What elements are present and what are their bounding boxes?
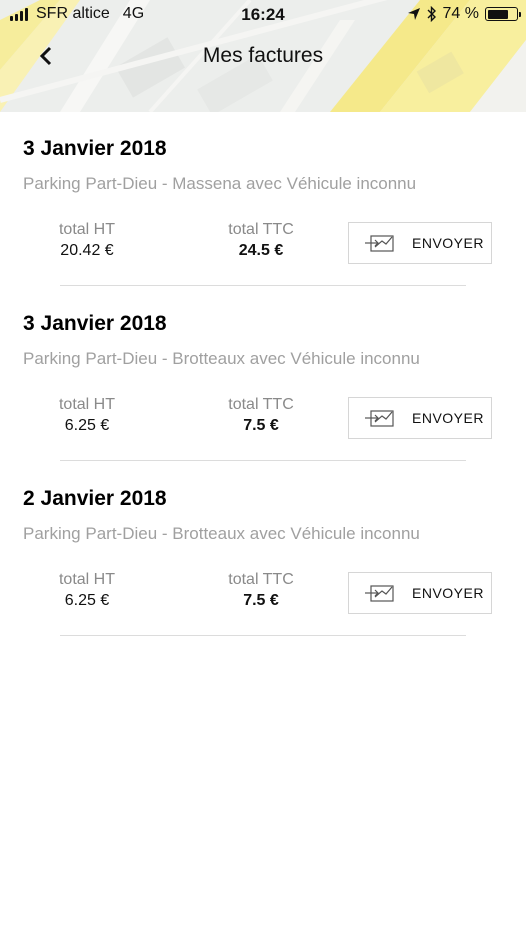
- status-bar: SFR altice 4G 16:24 74 %: [0, 0, 526, 30]
- send-envelope-icon: [364, 233, 396, 253]
- total-ht-value: 20.42 €: [60, 242, 114, 259]
- total-ht: total HT 20.42 €: [22, 221, 152, 260]
- total-ttc-value: 24.5 €: [238, 242, 284, 259]
- total-ttc: total TTC 7.5 €: [196, 396, 326, 435]
- invoice-description: Parking Part-Dieu - Brotteaux avec Véhic…: [23, 349, 420, 368]
- total-ht-label: total HT: [58, 571, 115, 588]
- send-button-label: ENVOYER: [412, 410, 484, 426]
- total-ttc-value: 7.5 €: [243, 417, 279, 434]
- send-button[interactable]: ENVOYER: [348, 572, 492, 614]
- send-button[interactable]: ENVOYER: [348, 222, 492, 264]
- invoice-date: 3 Janvier 2018: [23, 137, 167, 160]
- total-ttc-label: total TTC: [228, 571, 294, 588]
- divider: [60, 635, 466, 636]
- header: SFR altice 4G 16:24 74 % Mes factures: [0, 0, 526, 112]
- total-ht-value: 6.25 €: [64, 592, 110, 609]
- location-arrow-icon: [407, 8, 420, 20]
- total-ttc-value: 7.5 €: [243, 592, 279, 609]
- bluetooth-icon: [427, 6, 436, 22]
- total-ht-label: total HT: [58, 221, 115, 238]
- send-envelope-icon: [364, 408, 396, 428]
- total-ht: total HT 6.25 €: [22, 571, 152, 610]
- total-ht-label: total HT: [58, 396, 115, 413]
- divider: [60, 460, 466, 461]
- invoice-date: 3 Janvier 2018: [23, 312, 167, 335]
- page-title: Mes factures: [202, 44, 324, 67]
- total-ttc: total TTC 24.5 €: [196, 221, 326, 260]
- send-button[interactable]: ENVOYER: [348, 397, 492, 439]
- send-button-label: ENVOYER: [412, 585, 484, 601]
- invoice-date: 2 Janvier 2018: [23, 487, 167, 510]
- divider: [60, 285, 466, 286]
- battery-percent: 74 %: [442, 5, 479, 22]
- invoice-description: Parking Part-Dieu - Brotteaux avec Véhic…: [23, 524, 420, 543]
- send-button-label: ENVOYER: [412, 235, 484, 251]
- total-ttc-label: total TTC: [228, 396, 294, 413]
- battery-icon: [485, 7, 521, 21]
- send-envelope-icon: [364, 583, 396, 603]
- status-right: 74 %: [407, 5, 521, 23]
- total-ht: total HT 6.25 €: [22, 396, 152, 435]
- total-ht-value: 6.25 €: [64, 417, 110, 434]
- total-ttc: total TTC 7.5 €: [196, 571, 326, 610]
- invoice-description: Parking Part-Dieu - Massena avec Véhicul…: [23, 174, 417, 193]
- total-ttc-label: total TTC: [228, 221, 294, 238]
